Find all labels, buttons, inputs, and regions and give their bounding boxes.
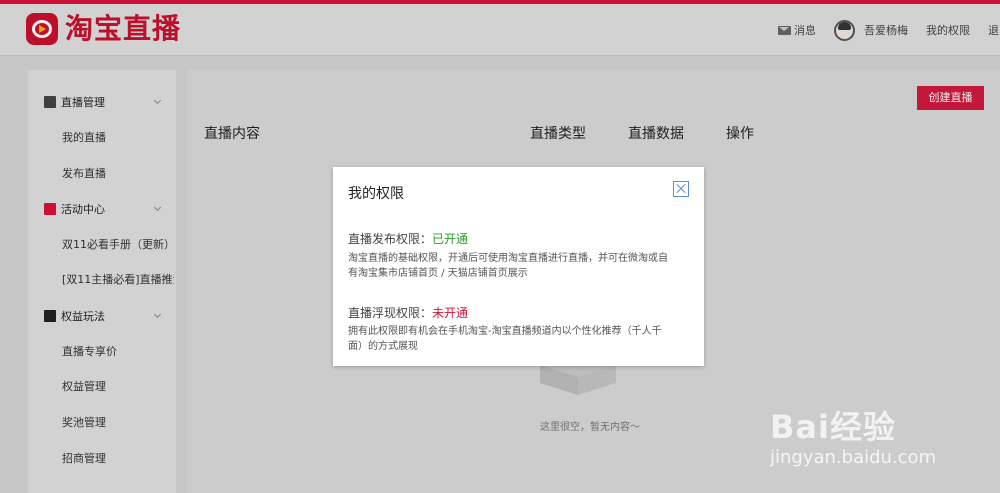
permission-status-disabled: 未开通 xyxy=(432,306,469,320)
permission-name: 直播发布权限： xyxy=(348,232,433,246)
permissions-modal: 我的权限 直播发布权限：已开通 淘宝直播的基础权限，开通后可使用淘宝直播进行直播… xyxy=(333,167,704,366)
permission-surface-desc: 拥有此权限即有机会在手机淘宝-淘宝直播频道内以个性化推荐（千人千 面）的方式展现 xyxy=(348,326,662,352)
baidu-watermark-url: jingyan.baidu.com xyxy=(770,447,937,468)
close-icon[interactable] xyxy=(673,181,689,197)
permission-name: 直播浮现权限： xyxy=(348,306,433,320)
baidu-watermark: Bai经验 xyxy=(770,408,896,446)
permission-status-enabled: 已开通 xyxy=(432,232,469,246)
permission-surface: 直播浮现权限：未开通 xyxy=(348,304,468,321)
permission-publish: 直播发布权限：已开通 xyxy=(348,230,468,247)
permission-publish-desc: 淘宝直播的基础权限，开通后可使用淘宝直播进行直播，并可在微淘或自 有淘宝集市店铺… xyxy=(348,253,668,279)
modal-title: 我的权限 xyxy=(348,186,404,202)
